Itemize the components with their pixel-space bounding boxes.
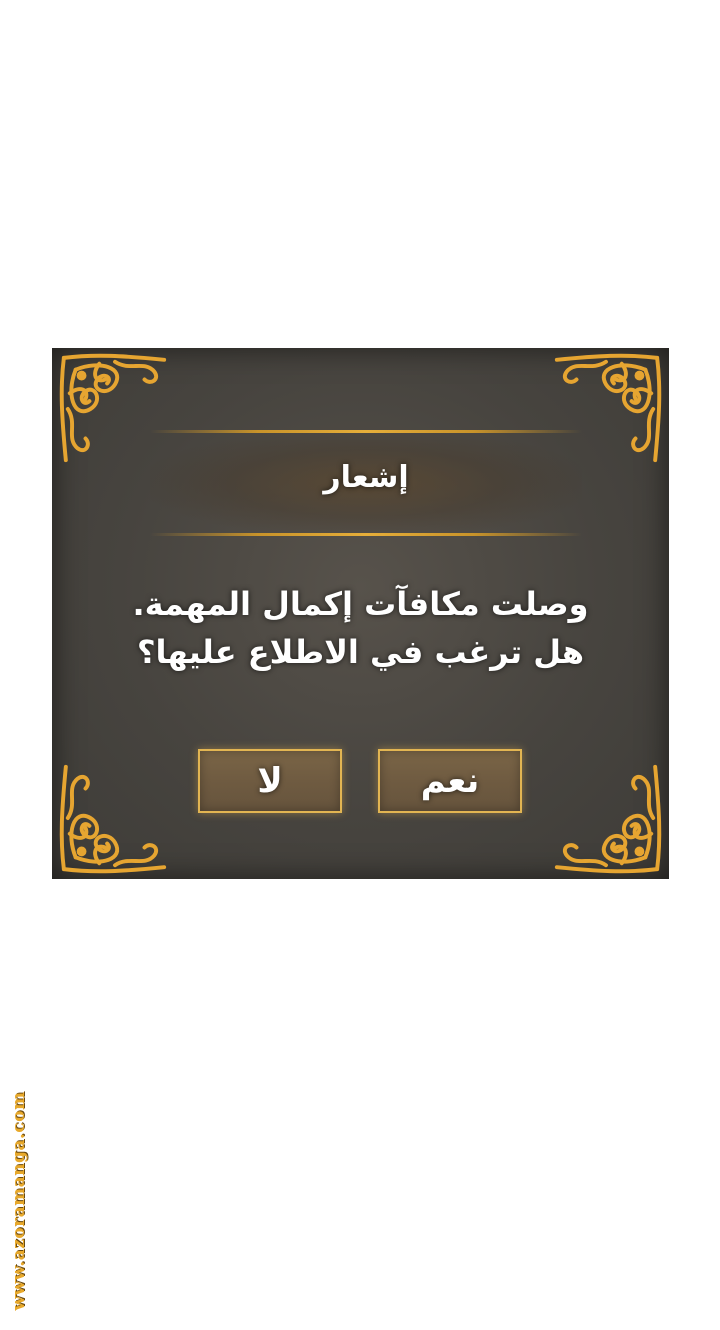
watermark-text: www.azoramanga.com bbox=[9, 1091, 29, 1310]
dialog-message: وصلت مكافآت إكمال المهمة. هل ترغب في الا… bbox=[132, 585, 589, 671]
yes-button[interactable]: نعم bbox=[378, 749, 522, 813]
notification-dialog: إشعار وصلت مكافآت إكمال المهمة. هل ترغب … bbox=[52, 348, 669, 879]
title-divider-bottom bbox=[150, 533, 582, 536]
ornament-corner-icon bbox=[56, 759, 174, 877]
title-band: إشعار bbox=[150, 430, 582, 536]
site-watermark: www.azoramanga.com bbox=[4, 1078, 34, 1323]
title-divider-top bbox=[150, 430, 582, 433]
dialog-title: إشعار bbox=[323, 460, 409, 495]
no-button[interactable]: لا bbox=[198, 749, 342, 813]
ornament-corner-icon bbox=[547, 759, 665, 877]
